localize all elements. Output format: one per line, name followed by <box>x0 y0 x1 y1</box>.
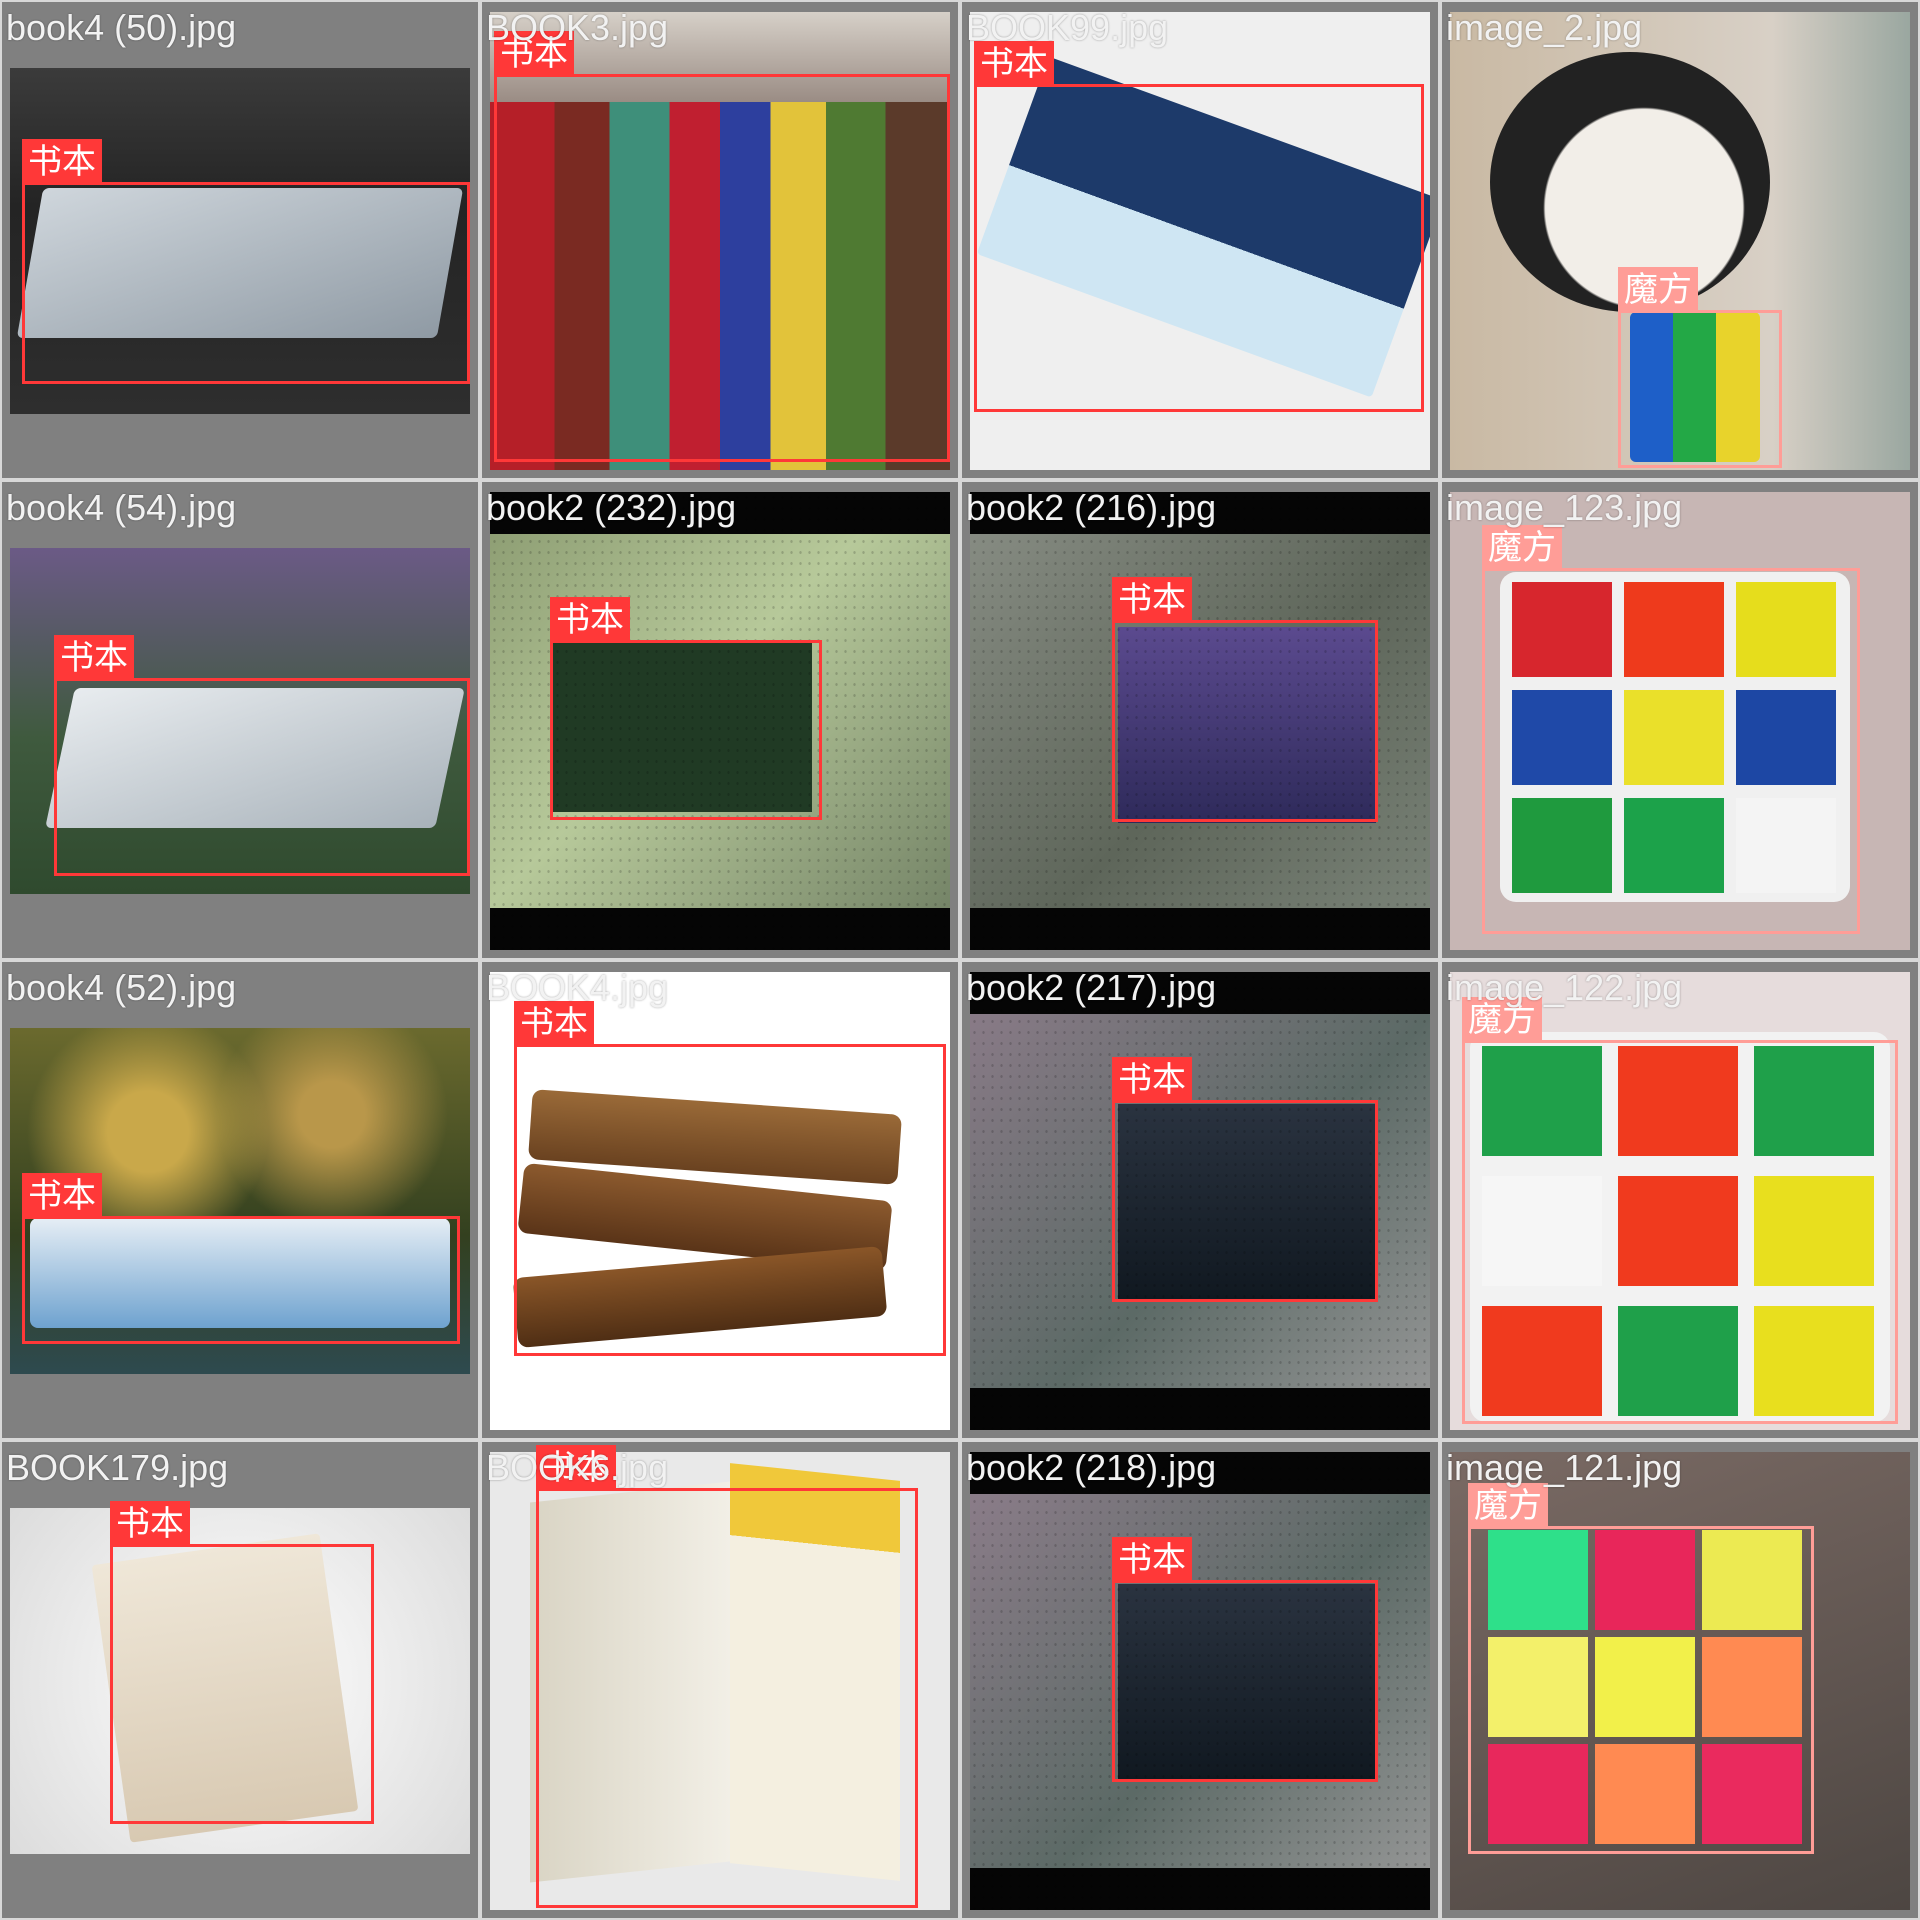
file-name: image_123.jpg <box>1446 487 1683 528</box>
tile[interactable]: 书本 book2 (217).jpg <box>962 962 1438 1438</box>
class-label: 书本 <box>54 635 134 681</box>
class-label: 书本 <box>110 1501 190 1547</box>
bounding-box: 书本 <box>514 1001 946 1356</box>
bounding-box: 书本 <box>22 1173 460 1344</box>
tile[interactable]: 书本 BOOK4.jpg <box>482 962 958 1438</box>
file-name: image_2.jpg <box>1446 7 1643 48</box>
file-name: book2 (217).jpg <box>966 967 1217 1008</box>
tile[interactable]: 书本 book4 (50).jpg <box>2 2 478 478</box>
bounding-box: 书本 <box>550 597 822 820</box>
class-label: 书本 <box>22 1173 102 1219</box>
bounding-box: 书本 <box>22 139 470 384</box>
class-label: 书本 <box>1112 1537 1192 1583</box>
class-label: 魔方 <box>1618 267 1698 313</box>
bounding-box: 书本 <box>1112 1537 1378 1782</box>
class-label: 书本 <box>22 139 102 185</box>
tile[interactable]: 书本 book2 (218).jpg <box>962 1442 1438 1918</box>
file-name: book2 (216).jpg <box>966 487 1217 528</box>
file-name: BOOK6.jpg <box>486 1447 669 1488</box>
class-label: 书本 <box>550 597 630 643</box>
bounding-box: 魔方 <box>1462 997 1898 1424</box>
file-name: BOOK4.jpg <box>486 967 669 1008</box>
class-label: 魔方 <box>1468 1483 1548 1529</box>
bounding-box: 魔方 <box>1482 525 1860 934</box>
bounding-box: 书本 <box>1112 1057 1378 1302</box>
tile[interactable]: 书本 book2 (232).jpg <box>482 482 958 958</box>
tile[interactable]: 书本 BOOK6.jpg <box>482 1442 958 1918</box>
file-name: book4 (52).jpg <box>6 967 237 1008</box>
file-name: BOOK3.jpg <box>486 7 669 48</box>
file-name: image_121.jpg <box>1446 1447 1683 1488</box>
tile[interactable]: 书本 book4 (52).jpg <box>2 962 478 1438</box>
file-name: book2 (232).jpg <box>486 487 737 528</box>
class-label: 书本 <box>1112 577 1192 623</box>
class-label: 书本 <box>1112 1057 1192 1103</box>
file-name: book2 (218).jpg <box>966 1447 1217 1488</box>
tile[interactable]: 书本 BOOK3.jpg <box>482 2 958 478</box>
tile[interactable]: 魔方 image_121.jpg <box>1442 1442 1918 1918</box>
file-name: BOOK99.jpg <box>966 7 1169 48</box>
bounding-box: 魔方 <box>1618 267 1782 468</box>
bounding-box: 书本 <box>1112 577 1378 822</box>
file-name: book4 (50).jpg <box>6 7 237 48</box>
image-grid: 书本 book4 (50).jpg 书本 BOOK3.jpg 书本 BOOK99… <box>0 0 1920 1920</box>
bounding-box: 书本 <box>536 1445 918 1908</box>
bounding-box: 魔方 <box>1468 1483 1814 1854</box>
tile[interactable]: 书本 BOOK99.jpg <box>962 2 1438 478</box>
file-name: book4 (54).jpg <box>6 487 237 528</box>
bounding-box: 书本 <box>494 31 950 462</box>
file-name: BOOK179.jpg <box>6 1447 229 1488</box>
tile[interactable]: 魔方 image_123.jpg <box>1442 482 1918 958</box>
tile[interactable]: 书本 book4 (54).jpg <box>2 482 478 958</box>
bounding-box: 书本 <box>54 635 470 876</box>
bounding-box: 书本 <box>110 1501 374 1824</box>
file-name: image_122.jpg <box>1446 967 1683 1008</box>
class-label: 魔方 <box>1482 525 1562 571</box>
tile[interactable]: 魔方 image_2.jpg <box>1442 2 1918 478</box>
tile[interactable]: 书本 BOOK179.jpg <box>2 1442 478 1918</box>
tile[interactable]: 书本 book2 (216).jpg <box>962 482 1438 958</box>
bounding-box: 书本 <box>974 41 1424 412</box>
tile[interactable]: 魔方 image_122.jpg <box>1442 962 1918 1438</box>
